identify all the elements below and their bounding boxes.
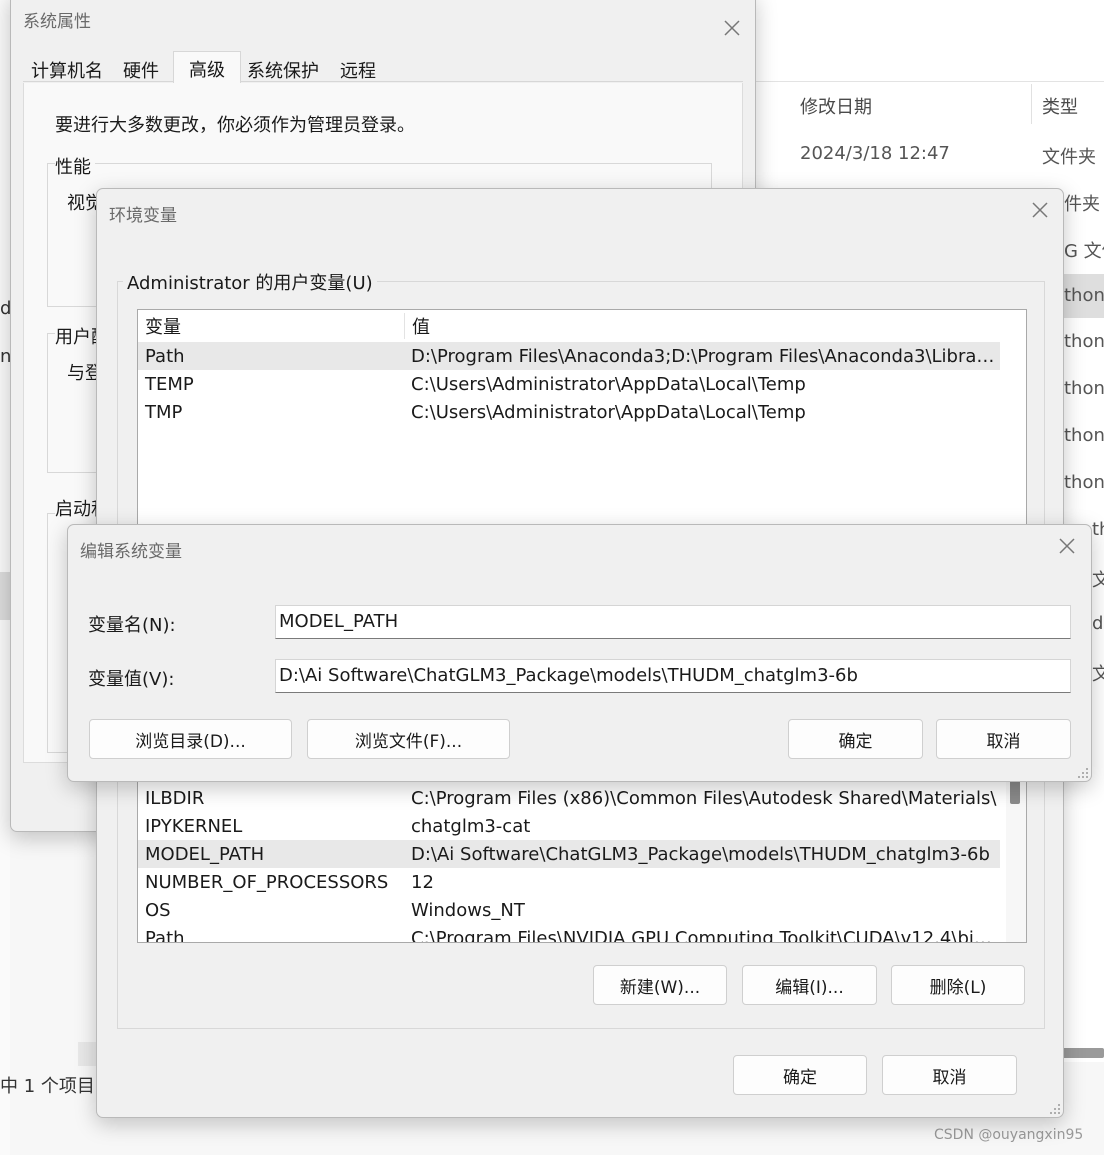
admin-notice: 要进行大多数更改，你必须作为管理员登录。	[55, 115, 415, 136]
column-separator[interactable]	[1031, 84, 1032, 124]
file-row-type[interactable]: 件夹	[1064, 190, 1100, 216]
user-variables-list[interactable]: 变量 值 Path D:\Program Files\Anaconda3;D:\…	[137, 309, 1027, 549]
dialog-title: 环境变量	[109, 206, 177, 226]
table-row[interactable]: ILBDIR C:\Program Files (x86)\Common Fil…	[138, 784, 1000, 812]
horizontal-scrollbar[interactable]	[1062, 1048, 1104, 1058]
variable-value-label: 变量值(V):	[88, 669, 175, 690]
variable-name: NUMBER_OF_PROCESSORS	[145, 871, 389, 893]
variable-name: TMP	[145, 401, 183, 423]
table-row[interactable]: Path D:\Program Files\Anaconda3;D:\Progr…	[138, 342, 1000, 370]
tab-computer-name[interactable]: 计算机名	[27, 53, 107, 83]
file-row-type[interactable]: thon	[1092, 519, 1104, 540]
tab-remote[interactable]: 远程	[327, 53, 389, 83]
resize-grip-icon[interactable]	[1077, 767, 1089, 779]
table-row[interactable]: TEMP C:\Users\Administrator\AppData\Loca…	[138, 370, 1000, 398]
table-row[interactable]: IPYKERNEL chatglm3-cat	[138, 812, 1000, 840]
close-button[interactable]	[717, 13, 747, 43]
delete-variable-button[interactable]: 删除(L)	[891, 965, 1025, 1005]
table-row[interactable]: Path C:\Program Files\NVIDIA GPU Computi…	[138, 924, 1000, 943]
column-header-modified-date[interactable]: 修改日期	[800, 93, 872, 119]
explorer-toolbar-area	[755, 0, 1104, 82]
file-row-type-selected[interactable]: thon	[1060, 274, 1104, 318]
variable-name: TEMP	[145, 373, 194, 395]
variable-name-input[interactable]: MODEL_PATH	[275, 605, 1071, 639]
table-row[interactable]: NUMBER_OF_PROCESSORS 12	[138, 868, 1000, 896]
close-button[interactable]	[1052, 531, 1082, 561]
close-button[interactable]	[1025, 195, 1055, 225]
variable-name: Path	[145, 345, 185, 367]
dialog-title: 系统属性	[23, 12, 91, 32]
variable-value: C:\Users\Administrator\AppData\Local\Tem…	[411, 401, 806, 423]
browse-directory-button[interactable]: 浏览目录(D)...	[89, 719, 292, 759]
variable-name: OS	[145, 899, 171, 921]
column-header-type[interactable]: 类型	[1042, 93, 1078, 119]
close-icon	[724, 20, 740, 36]
tab-advanced[interactable]: 高级	[173, 51, 241, 85]
list-header: 变量 值	[138, 312, 1000, 340]
edit-system-variable-dialog: 编辑系统变量 变量名(N): MODEL_PATH 变量值(V): D:\Ai …	[67, 524, 1092, 782]
file-row-type[interactable]: thon	[1064, 425, 1104, 446]
variable-value-input[interactable]: D:\Ai Software\ChatGLM3_Package\models\T…	[275, 659, 1071, 693]
close-icon	[1059, 538, 1075, 554]
variable-name: IPYKERNEL	[145, 815, 243, 837]
file-row-type[interactable]: 文件夹	[1042, 143, 1096, 169]
file-row-type[interactable]: thon	[1064, 472, 1104, 493]
variable-name: Path	[145, 927, 185, 943]
tab-system-protection[interactable]: 系统保护	[243, 53, 323, 83]
file-row-type[interactable]: G 文件	[1064, 237, 1104, 263]
ok-button[interactable]: 确定	[733, 1055, 867, 1095]
browse-file-button[interactable]: 浏览文件(F)...	[307, 719, 510, 759]
status-bar-selection: 中 1 个项目	[0, 1076, 95, 1097]
variable-value: C:\Program Files (x86)\Common Files\Auto…	[411, 787, 997, 809]
variable-value: C:\Users\Administrator\AppData\Local\Tem…	[411, 373, 806, 395]
new-variable-button[interactable]: 新建(W)...	[593, 965, 727, 1005]
table-row-selected[interactable]: MODEL_PATH D:\Ai Software\ChatGLM3_Packa…	[138, 840, 1000, 868]
variable-name: MODEL_PATH	[145, 843, 265, 865]
variable-value: 12	[411, 871, 434, 893]
file-row-type[interactable]: do	[1092, 613, 1104, 634]
cancel-button[interactable]: 取消	[936, 719, 1071, 759]
variable-value: D:\Ai Software\ChatGLM3_Package\models\T…	[411, 843, 990, 865]
variable-value: D:\Program Files\Anaconda3;D:\Program Fi…	[411, 345, 1000, 367]
performance-label: 性能	[55, 153, 95, 179]
nav-selected-marker	[0, 572, 10, 620]
file-row-date[interactable]: 2024/3/18 12:47	[800, 143, 950, 164]
variable-name-label: 变量名(N):	[88, 615, 176, 636]
tab-hardware[interactable]: 硬件	[111, 53, 171, 83]
variable-name: ILBDIR	[145, 787, 205, 809]
variable-value: Windows_NT	[411, 899, 525, 921]
edit-variable-button[interactable]: 编辑(I)...	[742, 965, 877, 1005]
file-row-type[interactable]: thon	[1064, 378, 1104, 399]
header-variable[interactable]: 变量	[138, 313, 404, 339]
resize-grip-icon[interactable]	[1049, 1103, 1061, 1115]
watermark: CSDN @ouyangxin95	[934, 1127, 1084, 1143]
variable-value: chatglm3-cat	[411, 815, 531, 837]
dialog-title: 编辑系统变量	[80, 542, 182, 562]
table-row[interactable]: TMP C:\Users\Administrator\AppData\Local…	[138, 398, 1000, 426]
file-row-type[interactable]: 文件	[1092, 566, 1104, 592]
header-value[interactable]: 值	[404, 313, 1000, 339]
file-row-type[interactable]: thon	[1064, 331, 1104, 352]
ok-button[interactable]: 确定	[788, 719, 923, 759]
file-row-type[interactable]: 文村	[1092, 660, 1104, 686]
cancel-button[interactable]: 取消	[882, 1055, 1017, 1095]
close-icon	[1032, 202, 1048, 218]
table-row[interactable]: OS Windows_NT	[138, 896, 1000, 924]
variable-value: C:\Program Files\NVIDIA GPU Computing To…	[411, 927, 1000, 943]
user-variables-label: Administrator 的用户变量(U)	[123, 269, 377, 295]
